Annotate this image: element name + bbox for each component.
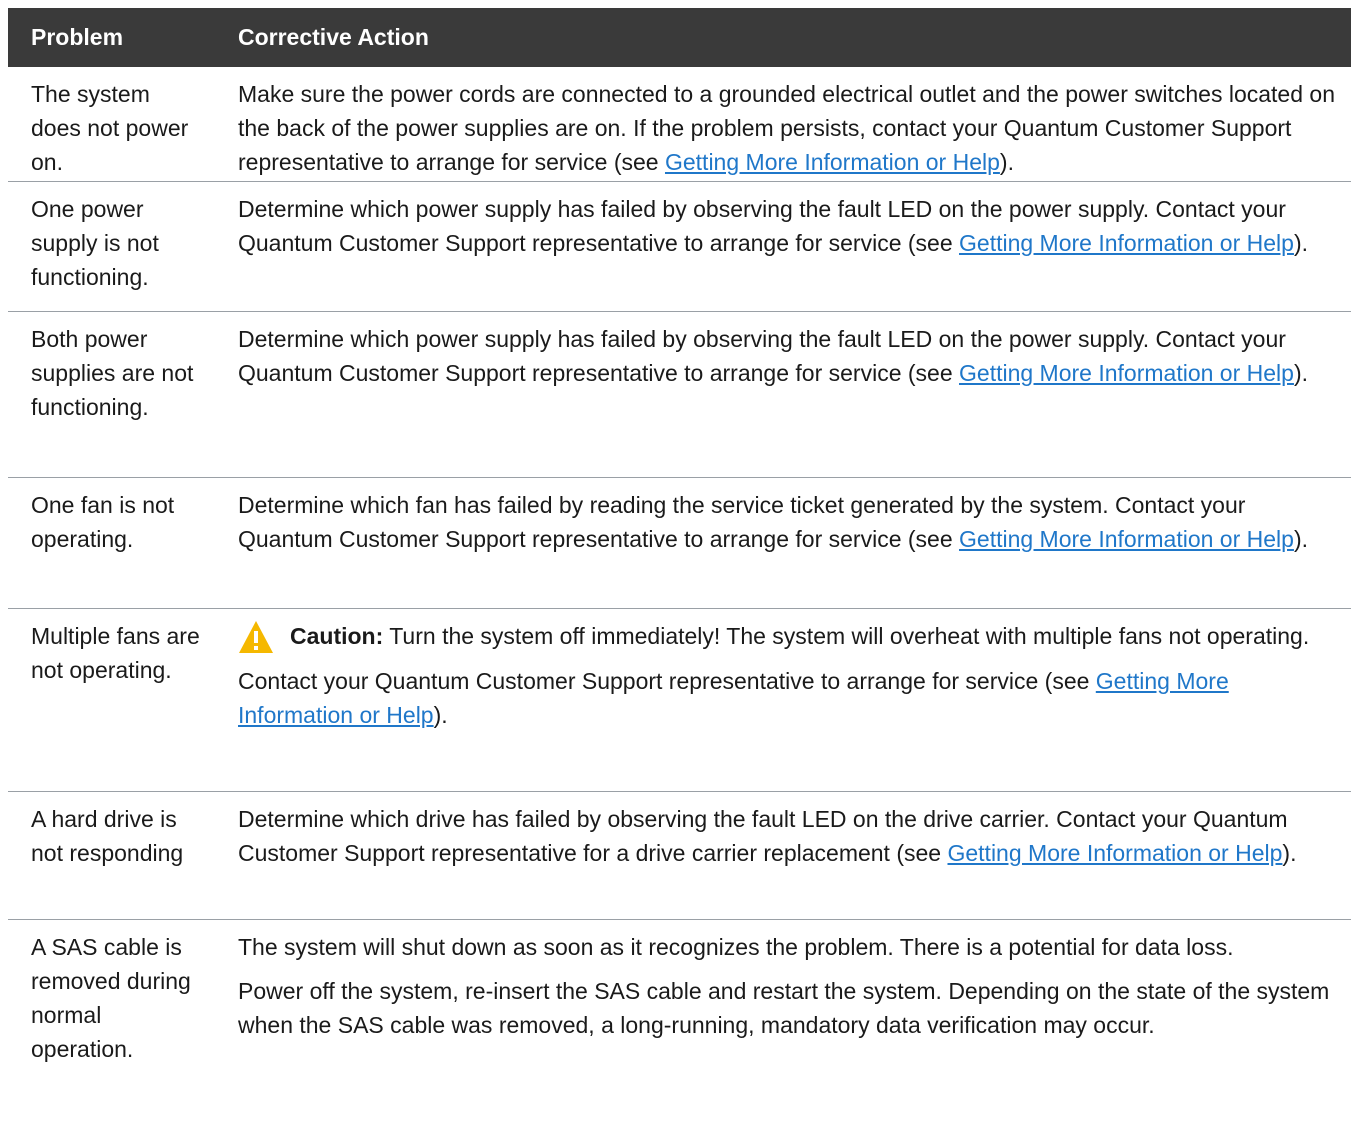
help-link[interactable]: Getting More Information or Help bbox=[959, 230, 1294, 256]
table-row: A SAS cable is removed during normal ope… bbox=[8, 920, 1351, 1076]
problem-cell: Both power supplies are not functioning. bbox=[31, 326, 194, 420]
problem-cell: A SAS cable is removed during normal ope… bbox=[31, 934, 191, 1062]
caution-note: Caution: Turn the system off immediately… bbox=[238, 619, 1343, 654]
table-row: One power supply is not functioning. Det… bbox=[8, 182, 1351, 312]
table-row: One fan is not operating. Determine whic… bbox=[8, 478, 1351, 609]
action-cell: Make sure the power cords are connected … bbox=[213, 77, 1351, 175]
troubleshooting-table: Problem Corrective Action The system doe… bbox=[8, 8, 1351, 1076]
problem-cell: One fan is not operating. bbox=[31, 492, 175, 552]
action-text: Determine which power supply has failed … bbox=[238, 326, 1309, 386]
table-header: Problem Corrective Action bbox=[8, 8, 1351, 67]
problem-cell: Multiple fans are not operating. bbox=[31, 623, 200, 683]
action-cell: Determine which fan has failed by readin… bbox=[213, 488, 1351, 598]
problem-cell: The system does not power on. bbox=[31, 81, 189, 175]
table-row: A hard drive is not responding Determine… bbox=[8, 792, 1351, 920]
help-link[interactable]: Getting More Information or Help bbox=[959, 526, 1294, 552]
problem-cell: A hard drive is not responding bbox=[31, 806, 184, 866]
caution-text: Caution: Turn the system off immediately… bbox=[290, 623, 1310, 649]
problem-cell: One power supply is not functioning. bbox=[31, 196, 159, 290]
table-row: The system does not power on. Make sure … bbox=[8, 67, 1351, 182]
action-text: Power off the system, re-insert the SAS … bbox=[238, 978, 1330, 1038]
help-link[interactable]: Getting More Information or Help bbox=[959, 360, 1294, 386]
action-cell: Determine which power supply has failed … bbox=[213, 192, 1351, 301]
action-cell: Caution: Turn the system off immediately… bbox=[213, 619, 1351, 781]
action-cell: Determine which drive has failed by obse… bbox=[213, 802, 1351, 909]
action-text: The system will shut down as soon as it … bbox=[238, 934, 1234, 960]
header-corrective-action: Corrective Action bbox=[238, 24, 429, 50]
help-link[interactable]: Getting More Information or Help bbox=[665, 149, 1000, 175]
action-text: Make sure the power cords are connected … bbox=[238, 81, 1335, 175]
help-link[interactable]: Getting More Information or Help bbox=[947, 840, 1282, 866]
action-text: Determine which power supply has failed … bbox=[238, 196, 1309, 256]
caution-label: Caution: bbox=[290, 623, 384, 649]
warning-triangle-icon bbox=[239, 621, 273, 653]
table-row: Both power supplies are not functioning.… bbox=[8, 312, 1351, 478]
action-cell: The system will shut down as soon as it … bbox=[213, 930, 1351, 1066]
action-cell: Determine which power supply has failed … bbox=[213, 322, 1351, 467]
action-text: Determine which drive has failed by obse… bbox=[238, 806, 1297, 866]
table-row: Multiple fans are not operating. Caution… bbox=[8, 609, 1351, 792]
header-problem: Problem bbox=[31, 24, 124, 50]
action-text: Contact your Quantum Customer Support re… bbox=[238, 668, 1229, 728]
action-text: Determine which fan has failed by readin… bbox=[238, 492, 1309, 552]
